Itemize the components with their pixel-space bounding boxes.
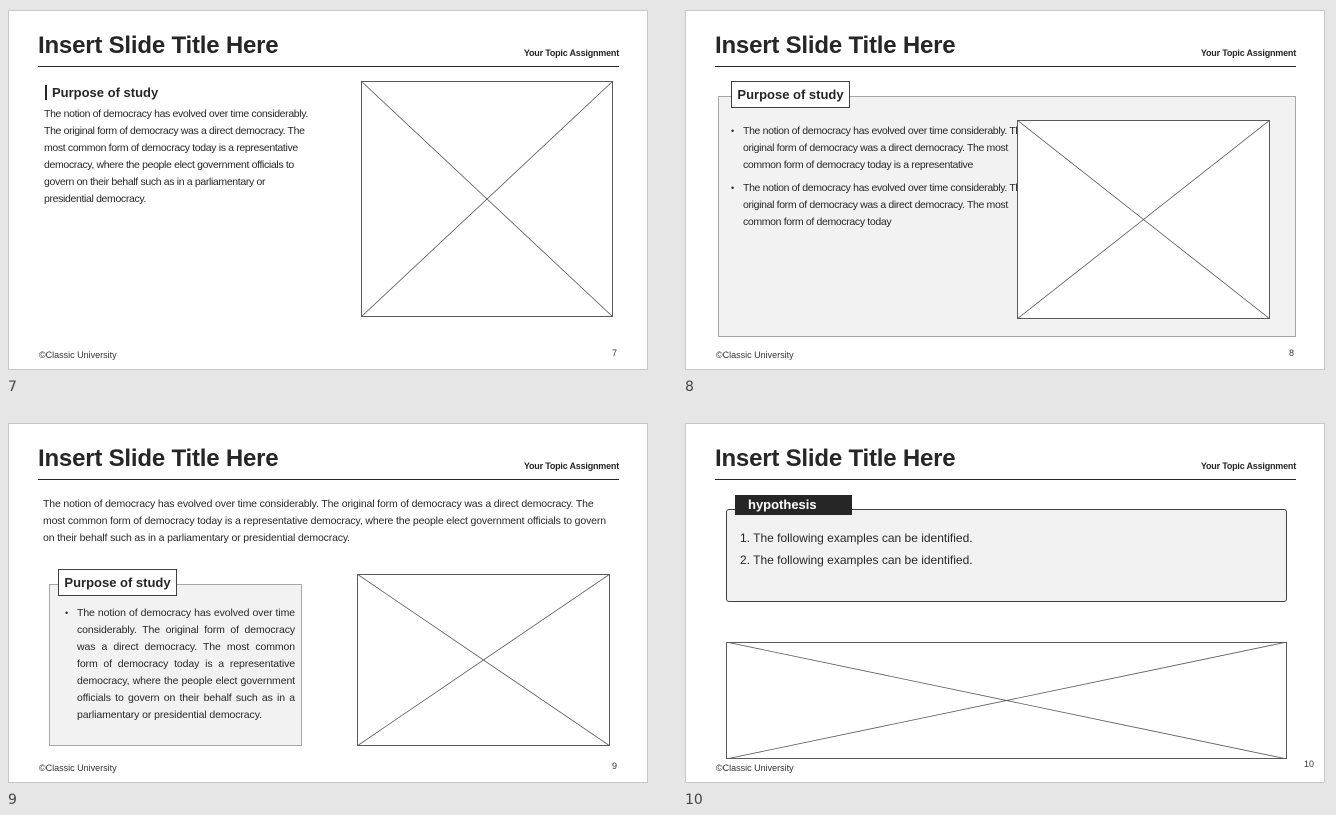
bullet-list: The notion of democracy has evolved over… xyxy=(729,123,1028,237)
footer-copyright: ©Classic University xyxy=(39,763,117,773)
page-number: 9 xyxy=(611,761,617,771)
slide-number-label: 7 xyxy=(8,379,17,395)
title-divider xyxy=(715,66,1296,67)
slide-7-thumbnail[interactable]: Insert Slide Title Here Your Topic Assig… xyxy=(8,10,648,370)
footer-copyright: ©Classic University xyxy=(716,763,794,773)
bullet-list: The notion of democracy has evolved over… xyxy=(63,605,295,730)
slide-number-label: 10 xyxy=(685,792,703,808)
footer-copyright: ©Classic University xyxy=(39,350,117,360)
page-number: 8 xyxy=(1288,348,1294,358)
image-placeholder-icon xyxy=(726,642,1287,759)
slide-8-thumbnail[interactable]: Insert Slide Title Here Your Topic Assig… xyxy=(685,10,1325,370)
slide-10-thumbnail[interactable]: Insert Slide Title Here Your Topic Assig… xyxy=(685,423,1325,783)
image-placeholder-icon xyxy=(361,81,613,317)
hypothesis-list: 1. The following examples can be identif… xyxy=(740,527,973,571)
intro-paragraph: The notion of democracy has evolved over… xyxy=(43,498,606,544)
list-item: 1. The following examples can be identif… xyxy=(740,531,973,545)
footer-copyright: ©Classic University xyxy=(716,350,794,360)
body-paragraph: The notion of democracy has evolved over… xyxy=(44,108,308,205)
image-placeholder-icon xyxy=(1017,120,1270,319)
list-item: 2. The following examples can be identif… xyxy=(740,553,973,567)
slide-9-thumbnail[interactable]: Insert Slide Title Here Your Topic Assig… xyxy=(8,423,648,783)
slide-number-label: 8 xyxy=(685,379,694,395)
slide-number-label: 9 xyxy=(8,792,17,808)
topic-label: Your Topic Assignment xyxy=(523,48,619,58)
page-number: 7 xyxy=(611,348,617,358)
section-heading: Purpose of study xyxy=(58,569,177,596)
section-heading: Purpose of study xyxy=(45,85,158,100)
title-divider xyxy=(715,479,1296,480)
section-heading: Purpose of study xyxy=(731,81,850,108)
list-item: The notion of democracy has evolved over… xyxy=(731,123,1028,174)
hypothesis-tab: hypothesis xyxy=(735,495,852,515)
topic-label: Your Topic Assignment xyxy=(1200,48,1296,58)
slide-title: Insert Slide Title Here xyxy=(38,32,279,59)
title-divider xyxy=(38,66,619,67)
title-divider xyxy=(38,479,619,480)
slide-title: Insert Slide Title Here xyxy=(715,445,956,472)
topic-label: Your Topic Assignment xyxy=(523,461,619,471)
list-item: The notion of democracy has evolved over… xyxy=(731,180,1028,231)
hypothesis-panel: 1. The following examples can be identif… xyxy=(726,509,1287,602)
list-item: The notion of democracy has evolved over… xyxy=(65,605,295,724)
image-placeholder-icon xyxy=(357,574,610,746)
slide-title: Insert Slide Title Here xyxy=(38,445,279,472)
slide-title: Insert Slide Title Here xyxy=(715,32,956,59)
page-number: 10 xyxy=(1303,759,1314,769)
topic-label: Your Topic Assignment xyxy=(1200,461,1296,471)
